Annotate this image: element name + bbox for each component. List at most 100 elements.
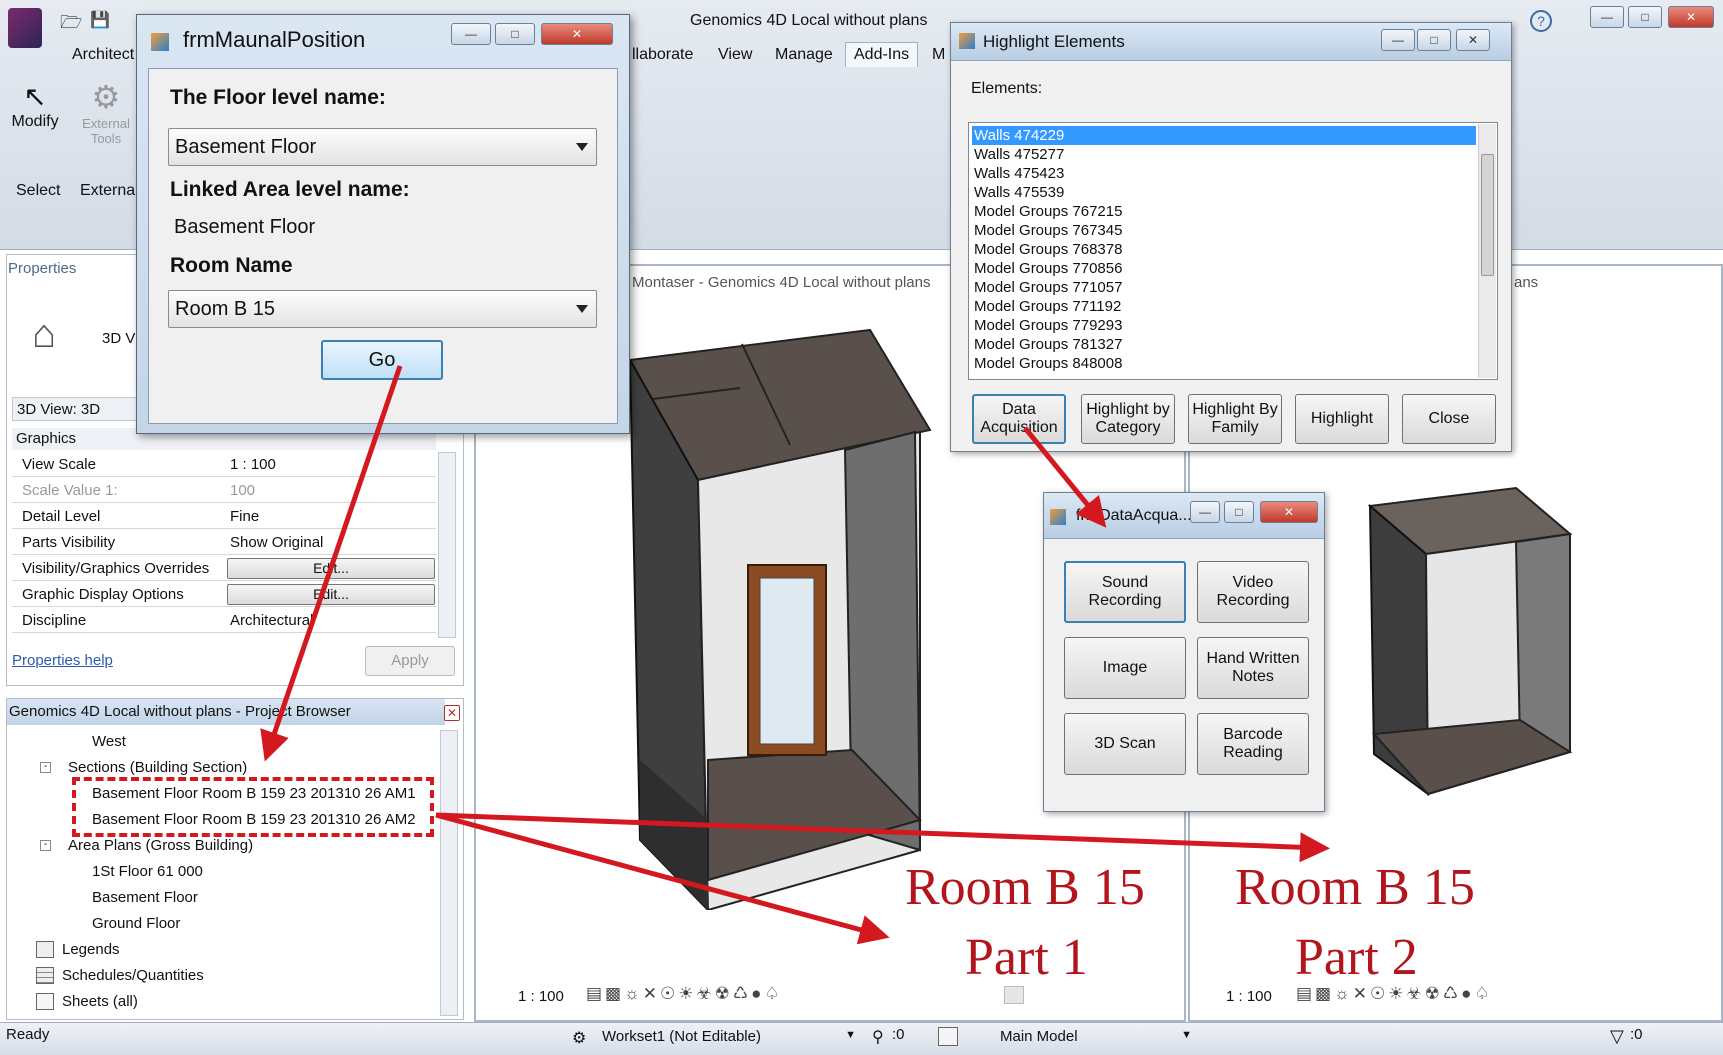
help-icon[interactable]: ? bbox=[1530, 10, 1552, 32]
tree-item-schedules[interactable]: Schedules/Quantities bbox=[62, 967, 204, 984]
list-item[interactable]: Model Groups 848008 bbox=[974, 354, 1122, 373]
video-recording-button[interactable]: Video Recording bbox=[1197, 561, 1309, 623]
list-item[interactable]: Walls 475277 bbox=[974, 145, 1064, 164]
list-item[interactable]: Model Groups 771057 bbox=[974, 278, 1122, 297]
collapse-area-plans-icon[interactable]: - bbox=[40, 840, 51, 851]
part1-part-label: Part 1 bbox=[965, 929, 1088, 986]
tree-item-legends[interactable]: Legends bbox=[62, 941, 120, 958]
close-button[interactable]: ✕ bbox=[1668, 6, 1714, 28]
list-item[interactable]: Model Groups 770856 bbox=[974, 259, 1122, 278]
prop-row-discipline[interactable]: Discipline Architectural bbox=[12, 608, 436, 633]
list-item[interactable]: Model Groups 767215 bbox=[974, 202, 1122, 221]
list-item[interactable]: Model Groups 768378 bbox=[974, 240, 1122, 259]
list-item[interactable]: Model Groups 779293 bbox=[974, 316, 1122, 335]
list-item[interactable]: Model Groups 771192 bbox=[974, 297, 1121, 316]
tree-item-1st-floor[interactable]: 1St Floor 61 000 bbox=[92, 863, 203, 880]
collapse-sections-icon[interactable]: - bbox=[40, 762, 51, 773]
apply-button[interactable]: Apply bbox=[365, 646, 455, 676]
design-options-icon[interactable] bbox=[938, 1027, 958, 1046]
prop-row-view-scale[interactable]: View Scale 1 : 100 bbox=[12, 452, 436, 477]
app-icon bbox=[151, 33, 169, 51]
maximize-button[interactable]: □ bbox=[1224, 501, 1254, 523]
prop-row-parts-visibility[interactable]: Parts Visibility Show Original bbox=[12, 530, 436, 555]
project-browser-close-icon[interactable]: ✕ bbox=[444, 705, 460, 721]
save-icon[interactable]: 💾 bbox=[90, 10, 110, 30]
workset-dropdown[interactable]: Workset1 (Not Editable) ▼ bbox=[598, 1025, 860, 1051]
close-dialog-button[interactable]: Close bbox=[1402, 394, 1496, 444]
list-item[interactable]: Walls 475423 bbox=[974, 164, 1064, 183]
highlight-elements-titlebar[interactable]: Highlight Elements — □ ✕ bbox=[951, 23, 1511, 61]
maximize-button[interactable]: □ bbox=[1417, 29, 1451, 51]
elements-scrollbar[interactable] bbox=[1478, 124, 1496, 378]
prop-key: Discipline bbox=[22, 612, 87, 629]
data-acquisition-button[interactable]: Data Acquisition bbox=[972, 394, 1066, 444]
ribbon-tab-view[interactable]: View bbox=[718, 46, 752, 64]
scroll-thumb[interactable] bbox=[1481, 154, 1494, 276]
floor-level-select[interactable]: Basement Floor bbox=[168, 128, 597, 166]
image-button[interactable]: Image bbox=[1064, 637, 1186, 699]
ribbon-tab-manage[interactable]: Manage bbox=[775, 46, 833, 64]
ribbon-tab-architect[interactable]: Architect bbox=[72, 46, 134, 64]
external-tools[interactable]: ⚙ External Tools bbox=[78, 78, 134, 168]
floor-level-label: The Floor level name: bbox=[170, 86, 386, 109]
app-logo[interactable] bbox=[8, 8, 42, 48]
maximize-button[interactable]: □ bbox=[1628, 6, 1662, 28]
tree-item-west[interactable]: West bbox=[92, 733, 126, 750]
barcode-reading-button[interactable]: Barcode Reading bbox=[1197, 713, 1309, 775]
ribbon-tab-addins[interactable]: Add-Ins bbox=[845, 42, 919, 67]
vg-edit-button[interactable]: Edit... bbox=[227, 558, 435, 579]
3d-scan-button[interactable]: 3D Scan bbox=[1064, 713, 1186, 775]
part2-room-label: Room B 15 bbox=[1235, 859, 1475, 916]
open-icon[interactable]: 🗁 bbox=[60, 10, 82, 40]
display-edit-button[interactable]: Edit... bbox=[227, 584, 435, 605]
list-item[interactable]: Walls 475539 bbox=[974, 183, 1064, 202]
view1-scroll-thumb[interactable] bbox=[1004, 986, 1024, 1004]
highlight-by-category-button[interactable]: Highlight by Category bbox=[1081, 394, 1175, 444]
view1-scale[interactable]: 1 : 100 bbox=[518, 988, 564, 1005]
editing-requests-icon[interactable]: ⚲ bbox=[872, 1027, 884, 1047]
properties-scrollbar[interactable] bbox=[438, 452, 456, 638]
app-icon bbox=[959, 33, 975, 49]
view-selector[interactable]: 3D View: 3D bbox=[12, 397, 138, 421]
minimize-button[interactable]: — bbox=[1190, 501, 1220, 523]
modify-tool[interactable]: ↖ Modify bbox=[10, 80, 60, 150]
sound-recording-button[interactable]: Sound Recording bbox=[1064, 561, 1186, 623]
room-part1-model[interactable] bbox=[620, 320, 940, 910]
hand-written-notes-button[interactable]: Hand Written Notes bbox=[1197, 637, 1309, 699]
maximize-button[interactable]: □ bbox=[495, 23, 535, 45]
model-dropdown[interactable]: Main Model ▼ bbox=[996, 1025, 1196, 1051]
app-icon bbox=[1050, 509, 1066, 525]
highlight-button[interactable]: Highlight bbox=[1295, 394, 1389, 444]
list-item[interactable]: Model Groups 781327 bbox=[974, 335, 1122, 354]
prop-key: View Scale bbox=[22, 456, 96, 473]
room-name-select[interactable]: Room B 15 bbox=[168, 290, 597, 328]
filter-icon[interactable]: ▽ bbox=[1610, 1026, 1624, 1047]
prop-row-detail-level[interactable]: Detail Level Fine bbox=[12, 504, 436, 529]
go-button[interactable]: Go bbox=[321, 340, 443, 380]
view2-scale[interactable]: 1 : 100 bbox=[1226, 988, 1272, 1005]
close-button[interactable]: ✕ bbox=[541, 23, 613, 45]
tree-item-basement-floor[interactable]: Basement Floor bbox=[92, 889, 198, 906]
ribbon-tab-collaborate[interactable]: llaborate bbox=[632, 46, 693, 64]
browser-scrollbar[interactable] bbox=[440, 730, 458, 1016]
tree-item-sheets[interactable]: Sheets (all) bbox=[62, 993, 138, 1010]
view2-control-icons[interactable]: ▤▩☼✕☉☀☣☢♺●♤ bbox=[1296, 984, 1493, 1004]
minimize-button[interactable]: — bbox=[1590, 6, 1624, 28]
tree-item-area-plans[interactable]: Area Plans (Gross Building) bbox=[68, 837, 253, 854]
tree-item-ground-floor[interactable]: Ground Floor bbox=[92, 915, 180, 932]
data-acquisition-titlebar[interactable]: frmDataAcqua... — □ ✕ bbox=[1044, 493, 1324, 539]
list-item[interactable]: Model Groups 767345 bbox=[974, 221, 1122, 240]
minimize-button[interactable]: — bbox=[1381, 29, 1415, 51]
ribbon-tab-more[interactable]: M bbox=[932, 46, 945, 64]
list-item[interactable]: Walls 474229 bbox=[974, 126, 1064, 145]
highlight-by-family-button[interactable]: Highlight By Family bbox=[1188, 394, 1282, 444]
room-part2-model[interactable] bbox=[1366, 484, 1576, 804]
properties-help-link[interactable]: Properties help bbox=[12, 652, 113, 669]
view1-control-icons[interactable]: ▤▩☼✕☉☀☣☢♺●♤ bbox=[586, 984, 783, 1004]
tree-item-sections[interactable]: Sections (Building Section) bbox=[68, 759, 247, 776]
minimize-button[interactable]: — bbox=[451, 23, 491, 45]
close-button[interactable]: ✕ bbox=[1456, 29, 1490, 51]
manual-position-titlebar[interactable]: frmMaunalPosition — □ ✕ bbox=[137, 15, 629, 69]
close-button[interactable]: ✕ bbox=[1260, 501, 1318, 523]
prop-row-vg-overrides: Visibility/Graphics Overrides Edit... bbox=[12, 556, 436, 581]
